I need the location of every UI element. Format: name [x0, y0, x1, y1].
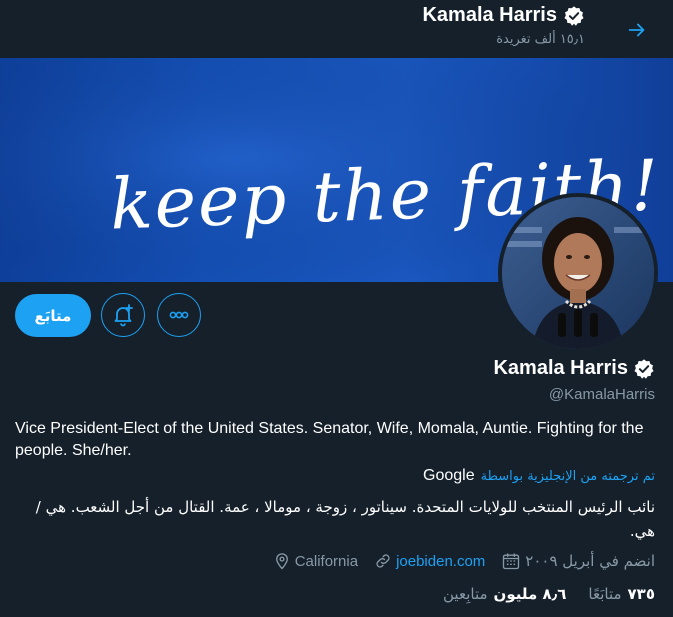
bio-translated: نائب الرئيس المنتخب للولايات المتحدة. سي… — [35, 498, 655, 540]
calendar-icon — [503, 553, 520, 570]
following-button[interactable]: متابَع — [15, 294, 91, 337]
avatar[interactable] — [498, 193, 658, 353]
joined-date: انضم في أبريل ٢٠٠٩ — [501, 551, 655, 571]
location-text: California — [294, 552, 359, 570]
tweet-count: ١٥٫١ ألف تغريدة — [496, 32, 585, 47]
link-icon — [376, 554, 390, 568]
back-button[interactable] — [619, 12, 655, 48]
profile-header: Kamala Harris ١٥٫١ ألف تغريدة — [0, 0, 673, 56]
translation-attribution: تم ترجمته من الإنجليزية بواسطة Google — [423, 467, 655, 485]
following-count[interactable]: ٧٣٥ متابَعًا — [588, 585, 655, 603]
verified-badge-icon — [633, 358, 655, 380]
display-name: Kamala Harris — [493, 357, 628, 379]
following-number: ٧٣٥ — [627, 585, 655, 603]
profile-meta: انضم في أبريل ٢٠٠٩ joebiden.com Californ… — [273, 551, 655, 571]
more-icon — [169, 311, 189, 319]
translator-name: Google — [423, 467, 475, 484]
header-title: Kamala Harris — [422, 4, 585, 27]
translated-from-link[interactable]: تم ترجمته من الإنجليزية بواسطة — [481, 469, 655, 484]
following-label: متابَعًا — [588, 585, 622, 603]
verified-badge-icon — [563, 5, 585, 27]
followers-number: ٨٫٦ مليون — [493, 585, 567, 603]
website: joebiden.com — [374, 552, 485, 570]
more-button[interactable] — [157, 293, 201, 337]
profile-name: Kamala Harris — [493, 357, 655, 380]
header-name: Kamala Harris — [422, 4, 557, 26]
location-pin-icon — [275, 553, 288, 570]
followers-count[interactable]: ٨٫٦ مليون متابِعين — [443, 585, 566, 603]
joined-text: انضم في أبريل ٢٠٠٩ — [525, 552, 655, 570]
location: California — [273, 552, 358, 570]
follow-stats: ٧٣٥ متابَعًا ٨٫٦ مليون متابِعين — [443, 585, 655, 603]
notifications-button[interactable] — [101, 293, 145, 337]
website-link[interactable]: joebiden.com — [396, 553, 485, 570]
bio-original: Vice President-Elect of the United State… — [15, 420, 644, 459]
avatar-portrait — [502, 197, 654, 349]
followers-label: متابِعين — [443, 585, 488, 603]
arrow-right-icon — [628, 23, 645, 37]
user-handle: @KamalaHarris — [548, 386, 655, 403]
bell-plus-icon — [114, 304, 133, 327]
